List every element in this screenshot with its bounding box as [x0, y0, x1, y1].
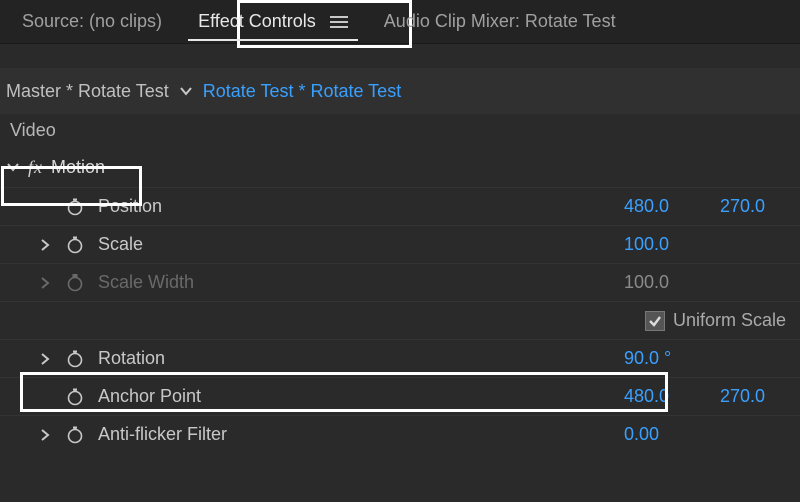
chevron-right-icon[interactable] [34, 353, 56, 365]
effect-motion-header[interactable]: fx Motion [0, 147, 800, 187]
stopwatch-icon[interactable] [62, 425, 88, 445]
prop-anchor-label: Anchor Point [94, 386, 201, 407]
prop-anchor-x[interactable]: 480.0 [624, 386, 714, 407]
effect-motion-label: Motion [51, 157, 105, 178]
tab-source[interactable]: Source: (no clips) [6, 0, 178, 43]
prop-position: Position 480.0 270.0 [0, 187, 800, 225]
tab-audio-mixer[interactable]: Audio Clip Mixer: Rotate Test [368, 0, 632, 43]
prop-anchor-point: Anchor Point 480.0 270.0 [0, 377, 800, 415]
master-clip-label: Master * Rotate Test [6, 81, 169, 102]
stopwatch-icon[interactable] [62, 197, 88, 217]
stopwatch-icon[interactable] [62, 387, 88, 407]
chevron-down-icon[interactable] [6, 160, 20, 174]
prop-scale-value[interactable]: 100.0 [624, 234, 714, 255]
fx-icon[interactable]: fx [28, 157, 43, 178]
prop-antiflicker-value[interactable]: 0.00 [624, 424, 714, 445]
hamburger-icon[interactable] [330, 16, 348, 28]
selected-clip-label[interactable]: Rotate Test * Rotate Test [203, 81, 401, 102]
chevron-right-icon [34, 277, 56, 289]
clip-path-row: Master * Rotate Test Rotate Test * Rotat… [0, 68, 800, 114]
prop-scale: Scale 100.0 [0, 225, 800, 263]
chevron-right-icon[interactable] [34, 239, 56, 251]
section-video-label: Video [0, 114, 800, 147]
prop-rotation-label: Rotation [94, 348, 165, 369]
prop-position-x[interactable]: 480.0 [624, 196, 714, 217]
tab-audio-mixer-label: Audio Clip Mixer: Rotate Test [384, 11, 616, 32]
prop-scale-width: Scale Width 100.0 [0, 263, 800, 301]
prop-rotation-value[interactable]: 90.0 ° [624, 348, 714, 369]
stopwatch-icon [62, 273, 88, 293]
prop-scale-width-label: Scale Width [94, 272, 194, 293]
panel-tabbar: Source: (no clips) Effect Controls Audio… [0, 0, 800, 44]
prop-uniform-scale: Uniform Scale [0, 301, 800, 339]
uniform-scale-checkbox[interactable] [645, 311, 665, 331]
tab-effect-controls-label: Effect Controls [198, 11, 316, 32]
prop-antiflicker: Anti-flicker Filter 0.00 [0, 415, 800, 453]
uniform-scale-label: Uniform Scale [673, 310, 786, 331]
stopwatch-icon[interactable] [62, 349, 88, 369]
prop-position-label: Position [94, 196, 162, 217]
chevron-down-icon[interactable] [177, 84, 195, 98]
tab-source-label: Source: (no clips) [22, 11, 162, 32]
prop-scale-label: Scale [94, 234, 143, 255]
prop-rotation: Rotation 90.0 ° [0, 339, 800, 377]
prop-position-y[interactable]: 270.0 [720, 196, 800, 217]
prop-anchor-y[interactable]: 270.0 [720, 386, 800, 407]
chevron-right-icon[interactable] [34, 429, 56, 441]
prop-antiflicker-label: Anti-flicker Filter [94, 424, 227, 445]
tab-effect-controls[interactable]: Effect Controls [182, 0, 364, 43]
stopwatch-icon[interactable] [62, 235, 88, 255]
prop-scale-width-value: 100.0 [624, 272, 714, 293]
